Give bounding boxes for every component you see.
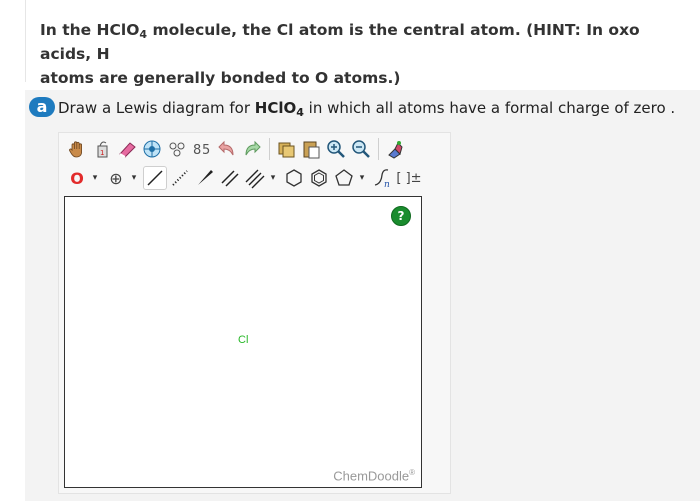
svg-text:n: n <box>384 180 390 189</box>
clean-icon[interactable] <box>165 137 189 161</box>
atom-selector[interactable]: O <box>65 166 89 190</box>
toolbar-separator <box>269 138 270 160</box>
svg-text:8: 8 <box>193 143 201 158</box>
svg-text:5: 5 <box>202 143 210 158</box>
help-button[interactable]: ? <box>391 206 411 226</box>
atom-dropdown-arrow[interactable]: ▾ <box>90 173 100 183</box>
chemdoodle-brand: ChemDoodle® <box>333 467 415 483</box>
toolbar-row-1: 1 85 <box>65 135 408 163</box>
undo-icon[interactable] <box>215 137 239 161</box>
hint-line-1: In the HClO4 molecule, the Cl atom is th… <box>40 21 640 63</box>
charge-dropdown-arrow[interactable]: ▾ <box>129 173 139 183</box>
double-bond-tool[interactable] <box>218 166 242 190</box>
hashed-bond-tool[interactable] <box>168 166 192 190</box>
eraser-icon[interactable] <box>115 137 139 161</box>
formula: HClO4 <box>254 99 304 119</box>
triple-bond-tool[interactable] <box>243 166 267 190</box>
hint-text: In the HClO4 molecule, the Cl atom is th… <box>40 18 690 90</box>
hand-icon[interactable] <box>65 137 89 161</box>
paste-icon[interactable] <box>299 137 323 161</box>
pentagon-ring-icon[interactable] <box>332 166 356 190</box>
question-prompt: Draw a Lewis diagram for HClO4 in which … <box>58 99 676 119</box>
hexagon-ring-icon[interactable] <box>282 166 306 190</box>
toolbar-row-2: O ▾ ⊕ ▾ ▾ ▾ n [ ]± <box>65 164 423 192</box>
atom-cl[interactable]: Cl <box>238 334 248 346</box>
zoom-in-icon[interactable] <box>324 137 348 161</box>
ring-template-icon[interactable] <box>140 137 164 161</box>
hint-line-2: atoms are generally bonded to O atoms.) <box>40 69 401 87</box>
lasso-icon[interactable]: 1 <box>90 137 114 161</box>
ring-dropdown-arrow[interactable]: ▾ <box>357 173 367 183</box>
colorize-icon[interactable] <box>383 137 407 161</box>
redo-icon[interactable] <box>240 137 264 161</box>
zoom-out-icon[interactable] <box>349 137 373 161</box>
part-badge: a <box>29 97 55 117</box>
benzene-ring-icon[interactable] <box>307 166 331 190</box>
chemdoodle-editor: 1 85 O ▾ ⊕ ▾ ▾ ▾ n []± ? Cl ChemDoodle® <box>58 132 451 494</box>
drawing-canvas[interactable]: ? Cl ChemDoodle® <box>64 196 422 488</box>
bond-dropdown-arrow[interactable]: ▾ <box>268 173 278 183</box>
single-bond-tool[interactable] <box>143 166 167 190</box>
toolbar-separator <box>378 138 379 160</box>
chain-tool-icon[interactable]: n <box>371 166 395 190</box>
charge-tool[interactable]: ⊕ <box>104 166 128 190</box>
bracket-tool[interactable]: [ ]± <box>396 166 422 190</box>
wedge-bond-tool[interactable] <box>193 166 217 190</box>
svg-text:1: 1 <box>100 149 104 157</box>
copy-icon[interactable] <box>274 137 298 161</box>
flip-icon[interactable]: 85 <box>190 137 214 161</box>
